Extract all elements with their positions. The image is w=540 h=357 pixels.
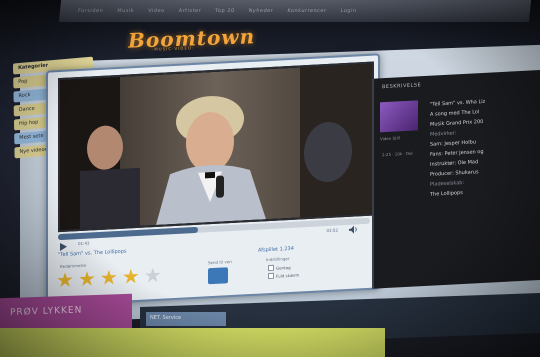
option-repeat[interactable]: Gentag xyxy=(268,264,291,272)
play-count: Afspillet 1.234 xyxy=(258,245,294,254)
share-icon[interactable] xyxy=(208,267,228,285)
option-repeat-label: Gentag xyxy=(276,264,291,271)
screen-photo: Forsiden Musik Video Artister Top 20 Nyheder K… xyxy=(0,0,540,357)
video-frame[interactable] xyxy=(58,61,374,233)
thumbnail-caption: Video Still xyxy=(380,135,400,142)
bottom-panel-tab[interactable]: NET. Service xyxy=(146,312,226,326)
song-title[interactable]: "Tell Sam" vs. The Lollipops xyxy=(58,249,127,259)
time-total: 03:52 xyxy=(326,227,338,234)
description-panel: BESKRIVELSE Video Still "Tell Sam" vs. W… xyxy=(372,69,540,289)
nav-item[interactable]: Forsiden xyxy=(78,8,104,14)
nav-item[interactable]: Musik xyxy=(117,8,135,14)
star-icon[interactable]: ★ xyxy=(100,265,118,290)
video-player-card: 01:43 03:52 "Tell Sam" vs. The Lollipops… xyxy=(46,53,380,307)
checkbox-icon[interactable] xyxy=(268,264,274,272)
volume-icon[interactable] xyxy=(348,224,358,235)
play-icon[interactable] xyxy=(58,242,68,253)
share-label: Send til ven xyxy=(208,259,232,266)
top-navigation-bar: Forsiden Musik Video Artister Top 20 Nyheder K… xyxy=(58,0,532,22)
video-thumbnail[interactable] xyxy=(380,100,418,133)
site-logo[interactable]: Boomtown xyxy=(128,23,279,52)
description-text: "Tell Sam" vs. Wha Liz A song med The Lol… xyxy=(430,96,540,202)
highlight-bar xyxy=(0,328,385,357)
time-elapsed: 01:43 xyxy=(78,240,90,247)
nav-item[interactable]: Login xyxy=(340,8,357,14)
video-still-image xyxy=(60,63,372,231)
star-icon[interactable]: ★ xyxy=(122,264,140,289)
options-label: Indstillinger xyxy=(266,255,290,263)
star-icon[interactable]: ★ xyxy=(78,266,96,291)
nav-item[interactable]: Konkurrencer xyxy=(287,8,327,14)
nav-item[interactable]: Nyheder xyxy=(248,8,273,14)
option-fullscreen-label: Fuld skærm xyxy=(276,271,300,279)
description-line: The Lollipops xyxy=(430,190,463,198)
nav-item[interactable]: Top 20 xyxy=(215,8,235,14)
description-heading: BESKRIVELSE xyxy=(382,82,422,91)
star-rating[interactable]: ★ ★ ★ ★ ★ xyxy=(56,263,162,293)
star-icon[interactable]: ★ xyxy=(56,267,74,292)
star-icon[interactable]: ★ xyxy=(144,263,162,288)
site-logo-subtitle: ·MUSIC·VIDEO· xyxy=(151,45,195,52)
nav-item[interactable]: Video xyxy=(148,8,165,14)
description-meta: 2:25 · 10k · Del xyxy=(382,150,413,158)
option-fullscreen[interactable]: Fuld skærm xyxy=(268,271,300,280)
nav-item[interactable]: Artister xyxy=(178,8,201,14)
checkbox-icon[interactable] xyxy=(268,272,274,280)
